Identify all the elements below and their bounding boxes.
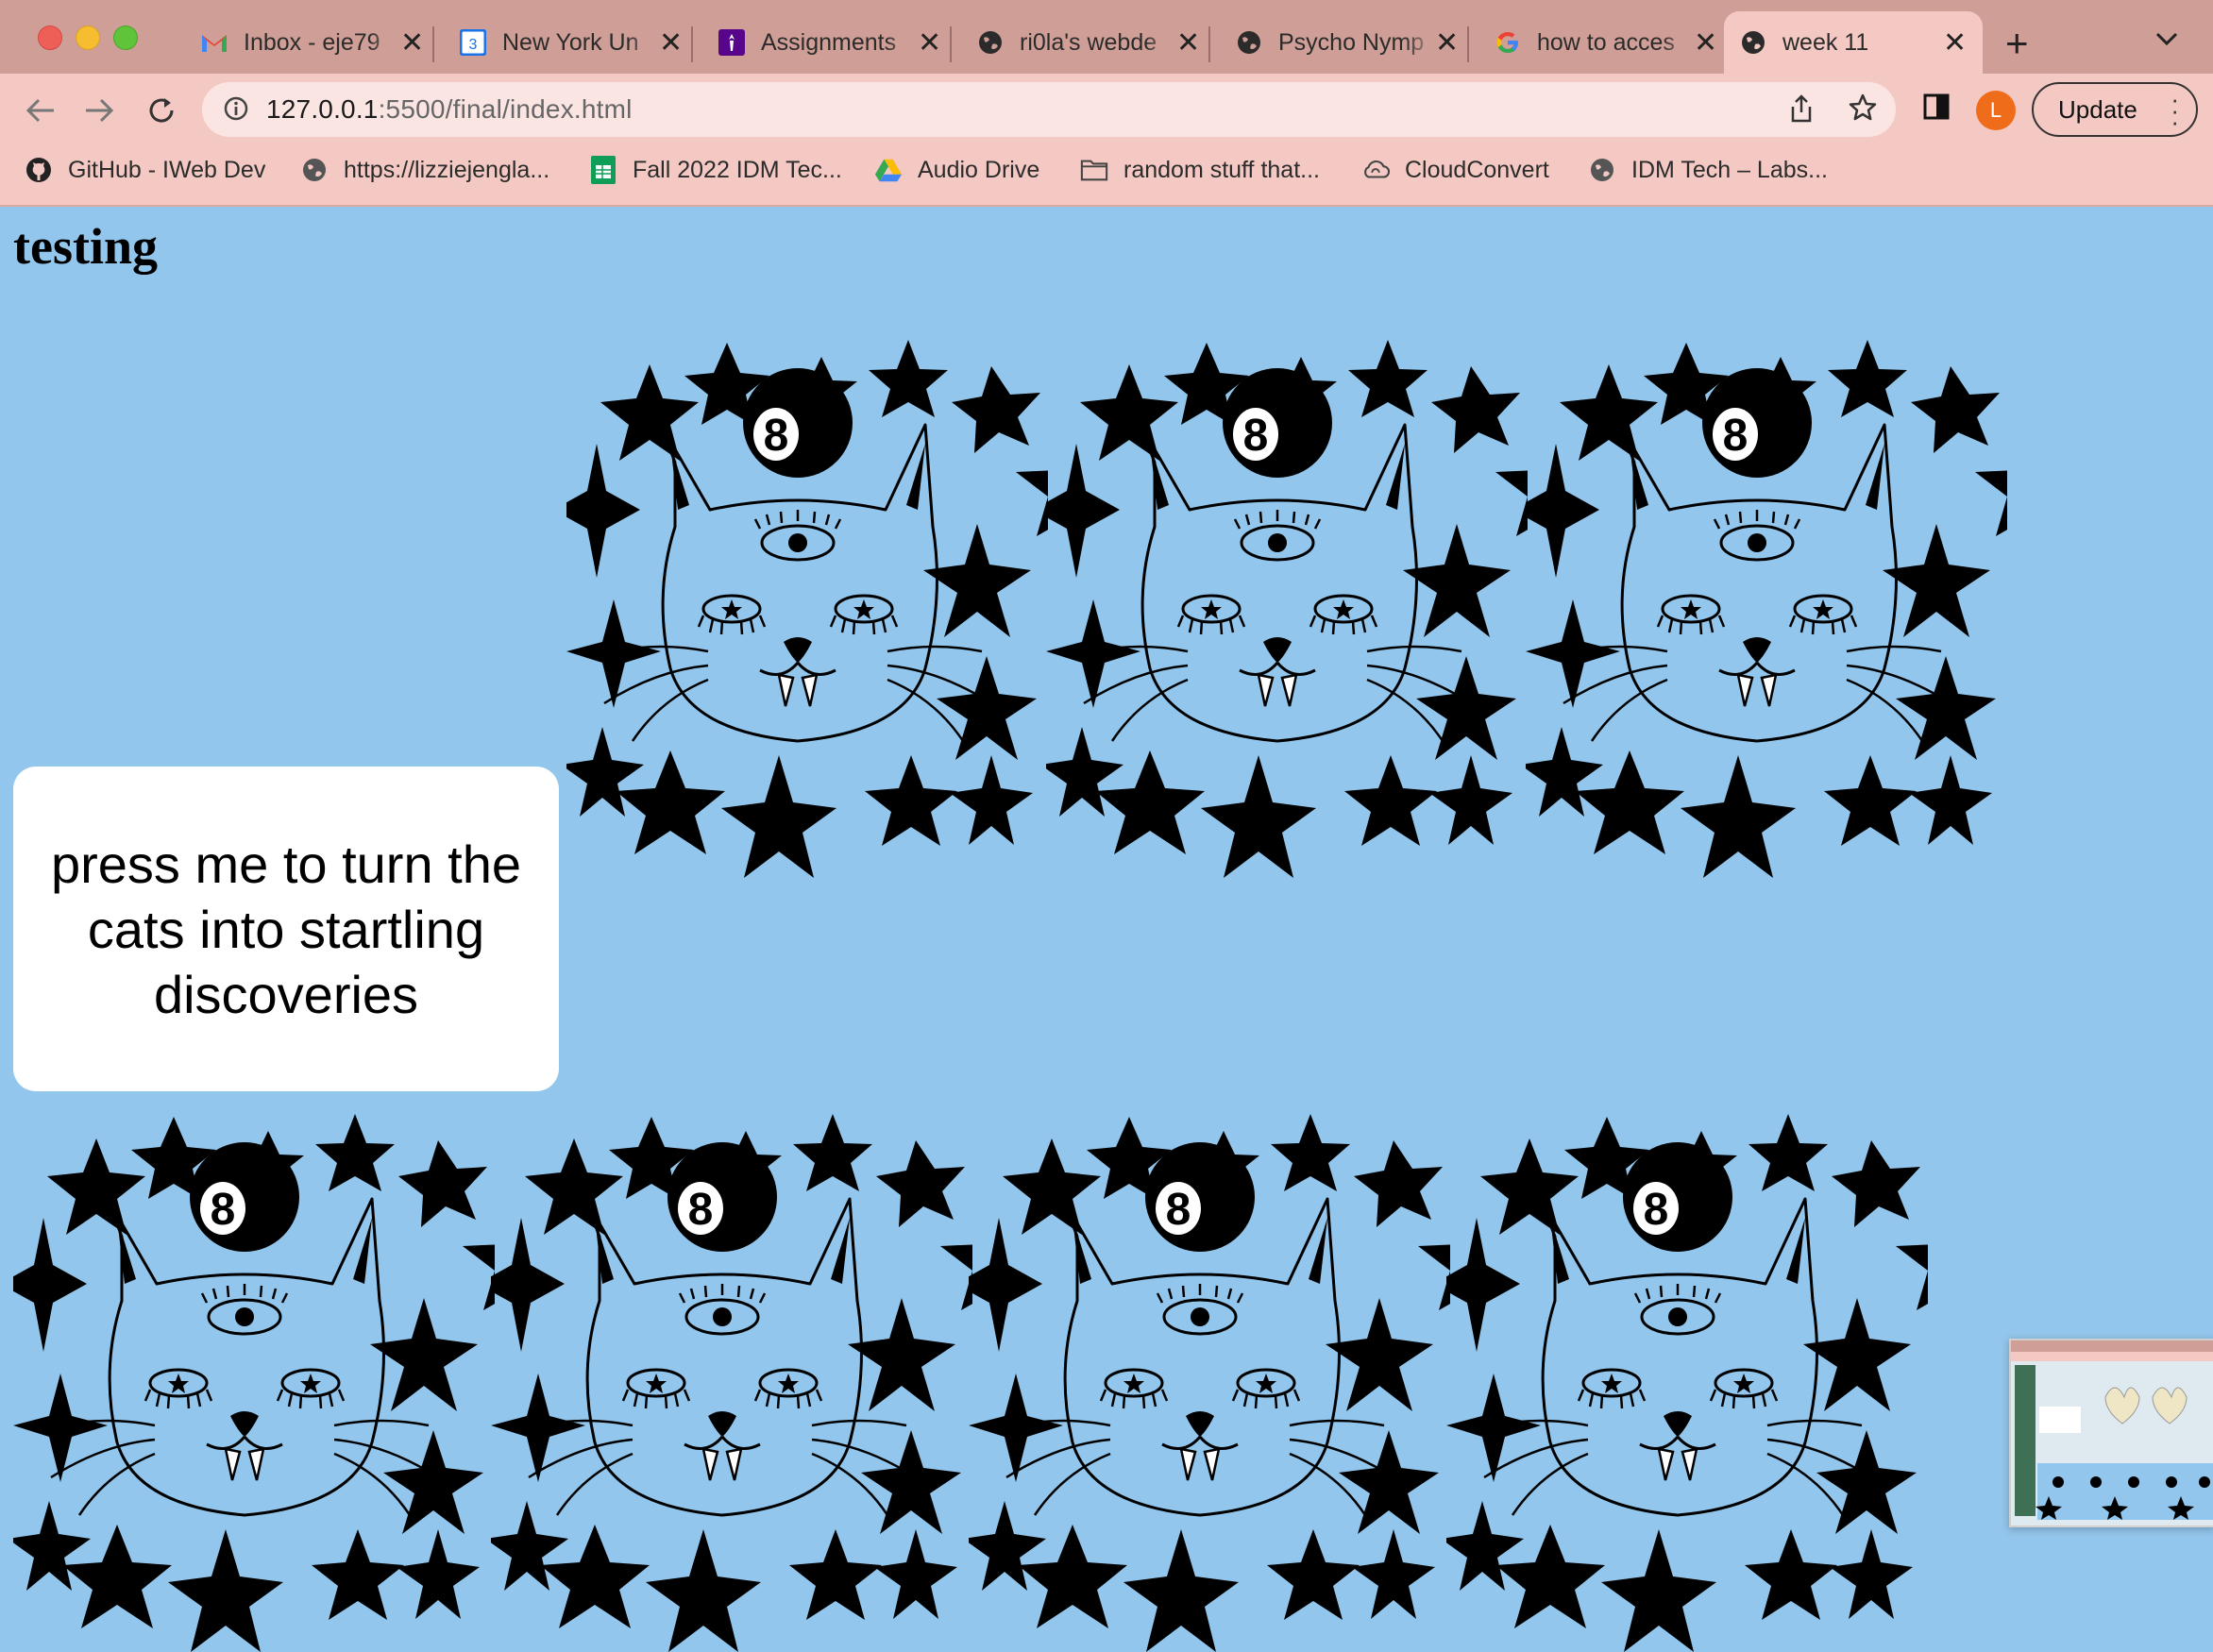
tab-close-icon[interactable]: ✕: [1694, 26, 1717, 59]
tab-title: week 11: [1782, 28, 1869, 56]
tab-psycho-nymph[interactable]: Psycho Nymp ✕: [1220, 11, 1475, 74]
tab-how-to-access[interactable]: how to acces ✕: [1478, 11, 1733, 74]
bookmark-label: IDM Tech – Labs...: [1631, 156, 1828, 183]
tab-title: ri0la's webde: [1020, 28, 1157, 56]
url-host: 127.0.0.1: [266, 94, 379, 124]
bookmark-star-icon[interactable]: [1849, 93, 1877, 126]
side-panel-icon[interactable]: [1922, 93, 1951, 126]
cat-image: 8: [1446, 1086, 1928, 1652]
tab-close-icon[interactable]: ✕: [1943, 26, 1967, 59]
tab-close-icon[interactable]: ✕: [400, 26, 424, 59]
nyu-torch-icon: [718, 28, 746, 57]
globe-icon: [976, 28, 1005, 57]
tab-assignments[interactable]: Assignments ✕: [702, 11, 957, 74]
forward-arrow-icon[interactable]: [77, 89, 121, 132]
eight-ball-label: 8: [764, 411, 789, 461]
eight-ball-label: 8: [211, 1185, 236, 1235]
page-title: testing: [13, 218, 158, 275]
cloudconvert-icon: [1361, 156, 1390, 184]
site-info-icon[interactable]: [223, 95, 249, 126]
share-icon[interactable]: [1788, 93, 1815, 128]
url-path: :5500/final/index.html: [378, 94, 633, 124]
bookmark-label: https://lizziejengla...: [344, 156, 550, 183]
bookmark-label: CloudConvert: [1405, 156, 1549, 183]
globe-icon: [300, 156, 329, 184]
window-close-button[interactable]: [38, 25, 62, 50]
bookmark-label: random stuff that...: [1123, 156, 1320, 183]
back-arrow-icon[interactable]: [19, 89, 62, 132]
transform-cats-button[interactable]: press me to turn the cats into startling…: [13, 767, 559, 1091]
bookmark-label: Fall 2022 IDM Tec...: [633, 156, 842, 183]
bookmark-fall-2022-idm[interactable]: Fall 2022 IDM Tec...: [589, 153, 842, 187]
cat-image: 8: [491, 1086, 972, 1652]
browser-chrome: Inbox - eje79 ✕ 3 New York Un ✕ Assignme…: [0, 0, 2213, 207]
window-maximize-button[interactable]: [113, 25, 138, 50]
google-calendar-icon: 3: [459, 28, 487, 57]
google-icon: [1494, 28, 1522, 57]
cat-image: 8: [1046, 312, 1528, 878]
cat-image: 8: [566, 312, 1048, 878]
globe-icon: [1588, 156, 1616, 184]
svg-text:3: 3: [469, 37, 478, 53]
reload-icon[interactable]: [140, 89, 183, 132]
gmail-icon: [200, 28, 228, 57]
github-icon: [25, 156, 53, 184]
bookmark-github[interactable]: GitHub - IWeb Dev: [25, 153, 265, 187]
update-button[interactable]: Update · · ·: [2032, 82, 2198, 137]
more-vert-icon[interactable]: · · ·: [2171, 87, 2179, 134]
window-minimize-button[interactable]: [76, 25, 100, 50]
bookmark-random-stuff[interactable]: random stuff that...: [1080, 153, 1320, 187]
bookmark-label: Audio Drive: [918, 156, 1040, 183]
update-button-label: Update: [2058, 94, 2137, 124]
new-tab-button[interactable]: +: [2005, 21, 2029, 66]
tab-inbox[interactable]: Inbox - eje79 ✕: [185, 11, 440, 74]
cat-image: 8: [1526, 312, 2007, 878]
bookmark-label: GitHub - IWeb Dev: [68, 156, 266, 183]
folder-icon: [1080, 156, 1108, 184]
tab-title: how to acces: [1537, 28, 1675, 56]
tab-separator: [1208, 26, 1210, 62]
tab-close-icon[interactable]: ✕: [1435, 26, 1459, 59]
tab-close-icon[interactable]: ✕: [918, 26, 941, 59]
google-drive-icon: [874, 156, 903, 184]
eight-ball-label: 8: [688, 1185, 714, 1235]
bookmark-lizziejengla[interactable]: https://lizziejengla...: [300, 153, 549, 187]
tab-separator: [691, 26, 693, 62]
address-bar[interactable]: 127.0.0.1:5500/final/index.html: [202, 82, 1896, 137]
cat-image: 8: [969, 1086, 1450, 1652]
eight-ball-label: 8: [1723, 411, 1748, 461]
cat-image: 8: [13, 1086, 495, 1652]
tab-close-icon[interactable]: ✕: [1176, 26, 1200, 59]
tab-riola[interactable]: ri0la's webde ✕: [961, 11, 1216, 74]
tab-week-11[interactable]: week 11 ✕: [1724, 11, 1983, 74]
tab-nyu[interactable]: 3 New York Un ✕: [444, 11, 699, 74]
tab-title: Inbox - eje79: [244, 28, 380, 56]
tab-separator: [950, 26, 952, 62]
globe-icon: [1739, 28, 1767, 57]
tab-separator: [432, 26, 434, 62]
profile-avatar[interactable]: L: [1976, 91, 2016, 130]
url-text: 127.0.0.1:5500/final/index.html: [266, 94, 633, 125]
tab-search-chevron-icon[interactable]: [2154, 26, 2179, 53]
tab-separator: [1467, 26, 1469, 62]
eight-ball-label: 8: [1243, 411, 1269, 461]
bookmark-idm-tech-labs[interactable]: IDM Tech – Labs...: [1588, 153, 1828, 187]
tab-title: New York Un: [502, 28, 639, 56]
globe-icon: [1235, 28, 1263, 57]
tab-close-icon[interactable]: ✕: [659, 26, 683, 59]
screenshot-thumbnail[interactable]: [2009, 1339, 2213, 1527]
eight-ball-label: 8: [1166, 1185, 1191, 1235]
tab-title: Assignments: [761, 28, 897, 56]
bookmark-cloudconvert[interactable]: CloudConvert: [1361, 153, 1549, 187]
google-sheets-icon: [589, 156, 617, 184]
eight-ball-label: 8: [1644, 1185, 1669, 1235]
bookmark-audio-drive[interactable]: Audio Drive: [874, 153, 1039, 187]
tab-title: Psycho Nymp: [1278, 28, 1425, 56]
